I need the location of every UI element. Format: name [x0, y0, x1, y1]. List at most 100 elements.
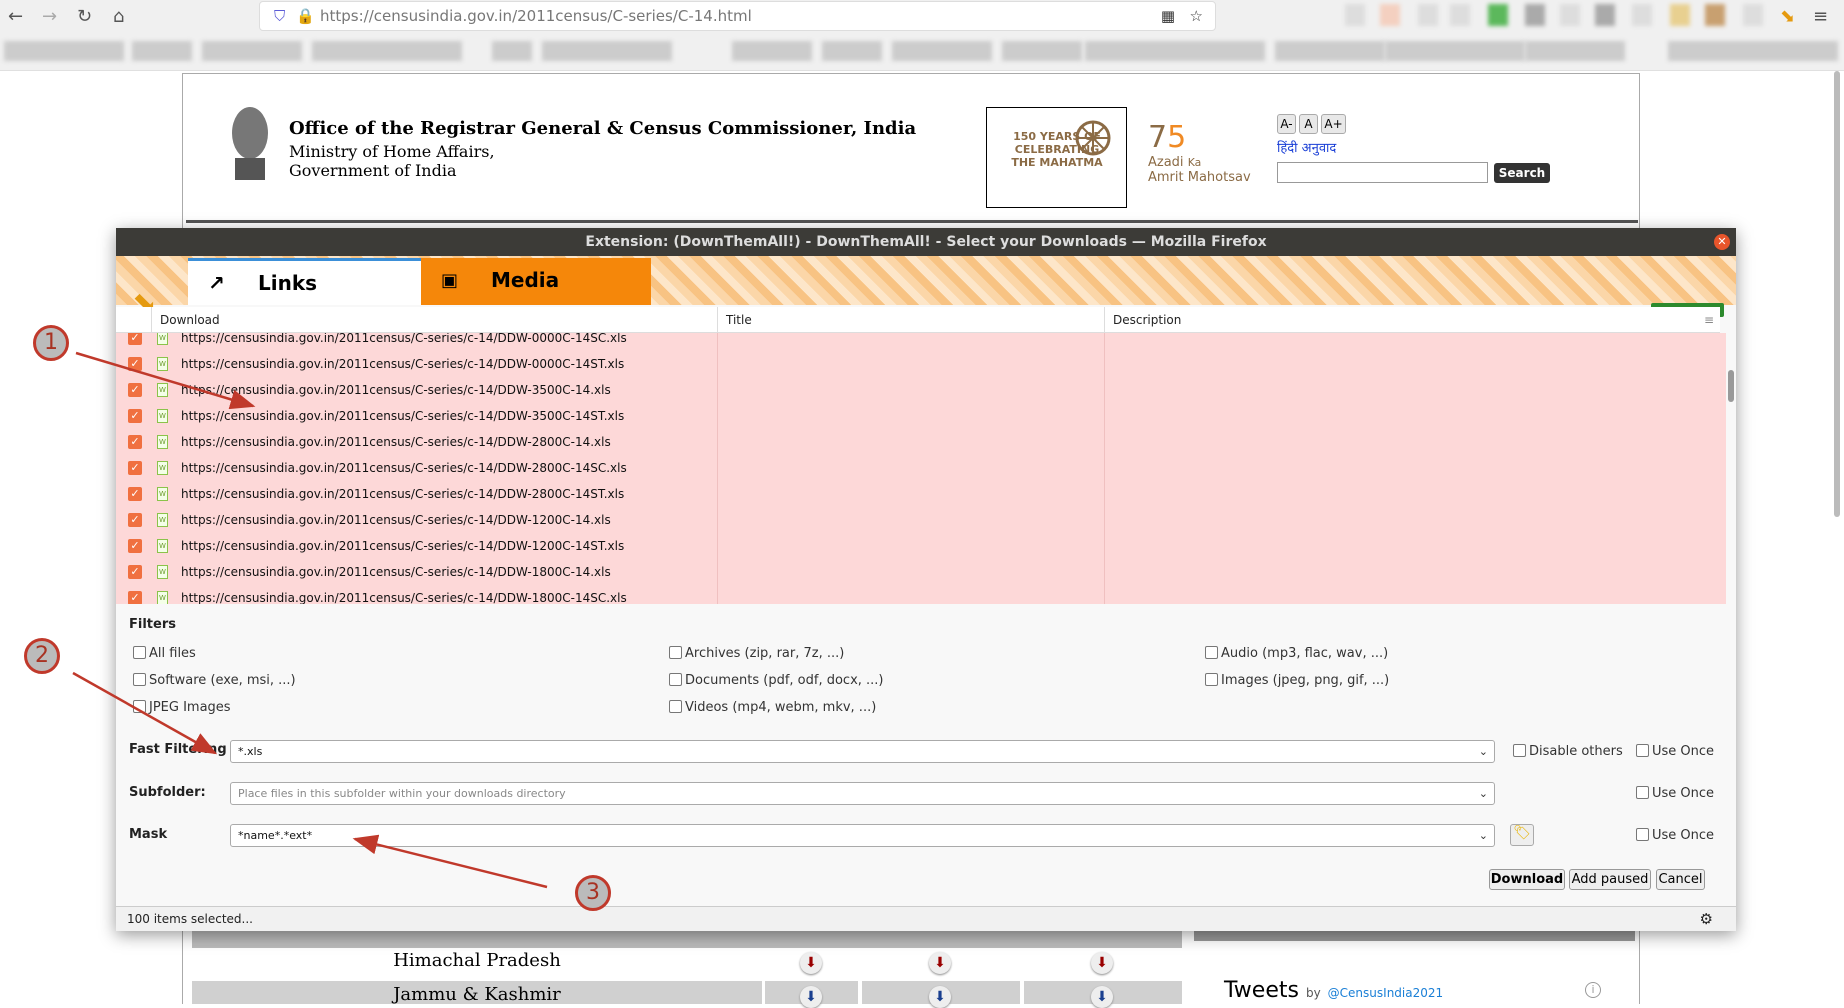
row-checkbox[interactable]: ✓ [128, 539, 142, 553]
tab-media[interactable]: ▣ Media [421, 258, 651, 305]
site-search-input[interactable] [1277, 162, 1488, 183]
font-increase-button[interactable]: A+ [1321, 114, 1346, 134]
link-url: https://censusindia.gov.in/2011census/C-… [181, 487, 625, 501]
link-row[interactable]: ✓ Whttps://censusindia.gov.in/2011census/… [116, 333, 1726, 351]
table-row [192, 929, 1182, 948]
chevron-down-icon[interactable]: ⌄ [1479, 825, 1488, 846]
image-icon: ▣ [441, 270, 459, 291]
mask-tags-button[interactable]: 🏷 [1510, 824, 1534, 846]
filter-checkbox[interactable]: Videos (mp4, webm, mkv, ...) [669, 700, 876, 716]
link-row[interactable]: ✓ Whttps://censusindia.gov.in/2011census/… [116, 481, 1726, 507]
page-scrollbar[interactable] [1834, 71, 1840, 517]
qr-icon[interactable]: ▦ [1161, 2, 1175, 30]
cancel-button[interactable]: Cancel [1656, 869, 1705, 890]
download-arrow-icon[interactable]: ⬇ [1091, 952, 1113, 974]
download-arrow-icon[interactable]: ⬇ [929, 986, 951, 1008]
download-arrow-icon[interactable]: ⬇ [929, 952, 951, 974]
reload-icon[interactable]: ↻ [77, 6, 92, 27]
row-checkbox[interactable]: ✓ [128, 461, 142, 475]
link-row[interactable]: ✓ Whttps://censusindia.gov.in/2011census/… [116, 377, 1726, 403]
tab-band: ⬊ ↗ Links ▣ Media DONATE NOW! [116, 256, 1736, 321]
link-url: https://censusindia.gov.in/2011census/C-… [181, 383, 611, 397]
column-title[interactable]: Title [717, 307, 1104, 333]
annotation-marker-1: 1 [33, 325, 69, 361]
subfolder-use-once-checkbox[interactable]: Use Once [1636, 786, 1714, 802]
tweets-heading: Tweets by @CensusIndia2021 [1224, 978, 1443, 1003]
column-menu-icon[interactable]: ≡ [1704, 307, 1714, 333]
forward-icon[interactable]: → [42, 6, 57, 27]
subfolder-input[interactable]: Place files in this subfolder within you… [230, 782, 1495, 805]
font-normal-button[interactable]: A [1299, 114, 1318, 134]
link-row[interactable]: ✓ Whttps://censusindia.gov.in/2011census/… [116, 585, 1726, 604]
row-checkbox[interactable]: ✓ [128, 487, 142, 501]
list-scrollbar[interactable] [1728, 370, 1734, 402]
font-decrease-button[interactable]: A- [1277, 114, 1296, 134]
dialog-titlebar: Extension: (DownThemAll!) - DownThemAll!… [116, 228, 1736, 256]
downthemall-icon[interactable]: ⬊ [1780, 6, 1795, 27]
row-checkbox[interactable]: ✓ [128, 357, 142, 371]
fast-filtering-use-once-checkbox[interactable]: Use Once [1636, 744, 1714, 760]
link-row[interactable]: ✓ Whttps://censusindia.gov.in/2011census/… [116, 507, 1726, 533]
links-list[interactable]: ✓ Whttps://censusindia.gov.in/2011census/… [116, 333, 1726, 604]
filter-checkbox[interactable]: Documents (pdf, odf, docx, ...) [669, 673, 884, 689]
column-description[interactable]: Description [1104, 307, 1704, 333]
link-url: https://censusindia.gov.in/2011census/C-… [181, 333, 627, 345]
home-icon[interactable]: ⌂ [113, 6, 124, 27]
row-checkbox[interactable]: ✓ [128, 435, 142, 449]
download-arrow-icon[interactable]: ⬇ [800, 952, 822, 974]
filter-checkbox[interactable]: Archives (zip, rar, 7z, ...) [669, 646, 844, 662]
row-checkbox[interactable]: ✓ [128, 333, 142, 345]
chevron-down-icon[interactable]: ⌄ [1479, 783, 1488, 804]
filter-checkbox[interactable]: Images (jpeg, png, gif, ...) [1205, 673, 1389, 689]
tweets-by: by [1305, 986, 1321, 1000]
filter-checkbox[interactable]: All files [133, 646, 196, 662]
site-search-button[interactable]: Search [1494, 163, 1550, 183]
filter-label: Images (jpeg, png, gif, ...) [1221, 673, 1390, 688]
gear-icon[interactable]: ⚙ [1700, 907, 1713, 932]
bookmark-star-icon[interactable]: ☆ [1190, 2, 1203, 30]
link-url: https://censusindia.gov.in/2011census/C-… [181, 461, 627, 475]
info-icon[interactable]: i [1585, 982, 1601, 998]
row-checkbox[interactable]: ✓ [128, 591, 142, 604]
disable-others-checkbox[interactable]: Disable others [1513, 744, 1623, 760]
back-icon[interactable]: ← [8, 6, 23, 27]
row-checkbox[interactable]: ✓ [128, 565, 142, 579]
row-checkbox[interactable]: ✓ [128, 409, 142, 423]
filter-checkbox[interactable]: Audio (mp3, flac, wav, ...) [1205, 646, 1388, 662]
url-bar[interactable]: ⛉ 🔒 https://censusindia.gov.in/2011censu… [259, 1, 1216, 31]
link-row[interactable]: ✓ Whttps://censusindia.gov.in/2011census/… [116, 559, 1726, 585]
tweets-handle-link[interactable]: @CensusIndia2021 [1328, 986, 1443, 1000]
filter-label: Audio (mp3, flac, wav, ...) [1221, 646, 1389, 661]
filter-checkbox[interactable]: JPEG Images [133, 700, 231, 716]
use-once-label: Use Once [1652, 828, 1715, 843]
download-arrow-icon[interactable]: ⬇ [800, 986, 822, 1008]
download-arrow-icon[interactable]: ⬇ [1091, 986, 1113, 1008]
status-text: 100 items selected... [127, 912, 253, 926]
download-button[interactable]: Download [1489, 869, 1565, 890]
row-checkbox[interactable]: ✓ [128, 383, 142, 397]
spreadsheet-file-icon: W [157, 461, 168, 475]
spreadsheet-file-icon: W [157, 435, 168, 449]
menu-icon[interactable]: ≡ [1813, 6, 1828, 27]
filter-label: Documents (pdf, odf, docx, ...) [685, 673, 884, 688]
link-row[interactable]: ✓ Whttps://censusindia.gov.in/2011census/… [116, 403, 1726, 429]
mask-input[interactable]: *name*.*ext* ⌄ [230, 824, 1495, 847]
tab-links[interactable]: ↗ Links [188, 258, 421, 305]
mask-use-once-checkbox[interactable]: Use Once [1636, 828, 1714, 844]
add-paused-button[interactable]: Add paused [1569, 869, 1651, 890]
tag-icon: 🏷 [1513, 825, 1531, 841]
column-download[interactable]: Download [151, 307, 717, 333]
hindi-translation-link[interactable]: हिंदी अनुवाद [1277, 138, 1336, 156]
close-button[interactable]: ✕ [1714, 234, 1730, 250]
chevron-down-icon[interactable]: ⌄ [1479, 741, 1488, 762]
link-row[interactable]: ✓ Whttps://censusindia.gov.in/2011census/… [116, 455, 1726, 481]
spreadsheet-file-icon: W [157, 357, 168, 371]
fast-filtering-input[interactable]: *.xls ⌄ [230, 740, 1495, 763]
link-row[interactable]: ✓ Whttps://censusindia.gov.in/2011census/… [116, 351, 1726, 377]
link-url: https://censusindia.gov.in/2011census/C-… [181, 357, 625, 371]
link-row[interactable]: ✓ Whttps://censusindia.gov.in/2011census/… [116, 429, 1726, 455]
row-checkbox[interactable]: ✓ [128, 513, 142, 527]
link-row[interactable]: ✓ Whttps://censusindia.gov.in/2011census/… [116, 533, 1726, 559]
share-link-icon: ↗ [208, 271, 225, 295]
filter-checkbox[interactable]: Software (exe, msi, ...) [133, 673, 296, 689]
